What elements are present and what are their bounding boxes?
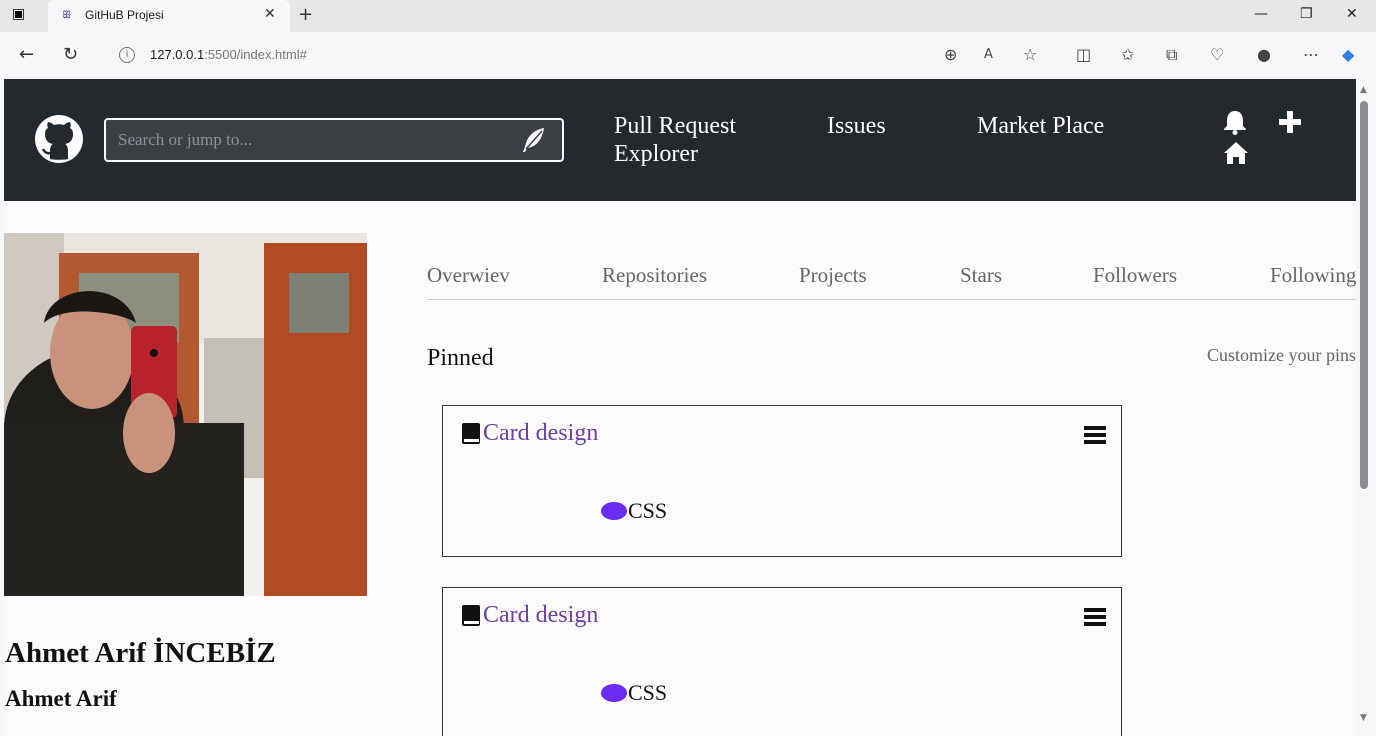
repo-link[interactable]: Card design <box>483 420 598 447</box>
nav-issues[interactable]: Issues <box>827 112 886 140</box>
scroll-down-icon[interactable]: ▼ <box>1360 713 1367 723</box>
health-icon[interactable]: ♡ <box>1210 45 1224 64</box>
tab-stars[interactable]: Stars <box>960 263 1002 288</box>
language-color-dot <box>601 502 627 520</box>
github-logo-icon[interactable] <box>34 114 84 164</box>
tab-overview[interactable]: Overwiev <box>427 263 510 288</box>
refresh-icon[interactable]: ↻ <box>63 44 78 65</box>
repo-language: CSS <box>628 498 668 523</box>
browser-tab[interactable]: ꕥ GitHuB Projesi ✕ <box>48 0 290 32</box>
search-box[interactable] <box>104 118 564 162</box>
book-icon <box>462 423 480 444</box>
new-tab-icon[interactable]: + <box>298 4 313 25</box>
close-tab-icon[interactable]: ✕ <box>264 6 276 22</box>
page-viewport: Pull Request Explorer Issues Market Plac… <box>4 79 1356 736</box>
pinned-card: Card design CSS <box>442 405 1122 557</box>
pinned-card: Card design CSS <box>442 587 1122 736</box>
scroll-thumb[interactable] <box>1360 101 1368 489</box>
language-color-dot <box>601 684 627 702</box>
restore-icon[interactable]: ❐ <box>1300 6 1313 22</box>
profile-tabs: Overwiev Repositories Projects Stars Fol… <box>427 260 1356 300</box>
feather-icon[interactable] <box>520 127 546 153</box>
collections-icon[interactable]: ⧉ <box>1166 45 1177 65</box>
close-window-icon[interactable]: ✕ <box>1346 6 1358 22</box>
bell-icon[interactable] <box>1221 109 1249 135</box>
zoom-icon[interactable]: ⊕ <box>944 45 957 64</box>
minimize-icon[interactable]: — <box>1254 6 1268 22</box>
tab-projects[interactable]: Projects <box>799 263 867 288</box>
plus-icon[interactable] <box>1277 111 1303 133</box>
tab-repositories[interactable]: Repositories <box>602 263 707 288</box>
nav-pull-request[interactable]: Pull Request <box>614 112 736 140</box>
browser-tab-bar: ▣ ꕥ GitHuB Projesi ✕ + — ❐ ✕ <box>0 0 1376 32</box>
profile-avatar <box>4 233 367 596</box>
repo-link[interactable]: Card design <box>483 602 598 629</box>
profile-username: Ahmet Arif <box>5 686 117 711</box>
profile-icon[interactable]: ● <box>1257 45 1271 64</box>
copilot-icon[interactable]: ◆ <box>1342 45 1354 64</box>
customize-pins-link[interactable]: Customize your pins <box>1207 345 1356 366</box>
favorite-star-icon[interactable]: ☆ <box>1023 45 1037 64</box>
tab-followers[interactable]: Followers <box>1093 263 1177 288</box>
tab-following[interactable]: Following <box>1270 263 1356 288</box>
repo-language: CSS <box>628 680 668 705</box>
scroll-up-icon[interactable]: ▲ <box>1360 85 1367 95</box>
hamburger-menu-icon[interactable] <box>1084 426 1106 444</box>
tab-actions-icon[interactable]: ▣ <box>12 6 25 22</box>
favorites-icon[interactable]: ✩ <box>1121 45 1134 64</box>
url-field[interactable]: 127.0.0.1:5500/index.html# <box>150 47 307 62</box>
favicon-icon: ꕥ <box>62 10 72 21</box>
more-icon[interactable]: ⋯ <box>1303 45 1319 64</box>
nav-market-place[interactable]: Market Place <box>977 112 1104 140</box>
read-aloud-icon[interactable]: A <box>984 47 993 62</box>
hamburger-menu-icon[interactable] <box>1084 608 1106 626</box>
address-bar: ← ↻ i 127.0.0.1:5500/index.html# ⊕ A ☆ ◫… <box>0 32 1376 79</box>
site-header: Pull Request Explorer Issues Market Plac… <box>4 79 1356 201</box>
site-info-icon[interactable]: i <box>119 47 135 63</box>
page-scrollbar[interactable]: ▲ ▼ <box>1356 79 1376 736</box>
pinned-title: Pinned <box>427 345 494 371</box>
split-screen-icon[interactable]: ◫ <box>1076 45 1091 64</box>
home-icon[interactable] <box>1223 141 1249 165</box>
back-icon[interactable]: ← <box>19 44 34 65</box>
book-icon <box>462 605 480 626</box>
search-input[interactable] <box>116 128 500 152</box>
tab-title: GitHuB Projesi <box>85 8 164 22</box>
profile-full-name: Ahmet Arif İNCEBİZ <box>5 637 276 669</box>
nav-explorer[interactable]: Explorer <box>614 140 698 168</box>
